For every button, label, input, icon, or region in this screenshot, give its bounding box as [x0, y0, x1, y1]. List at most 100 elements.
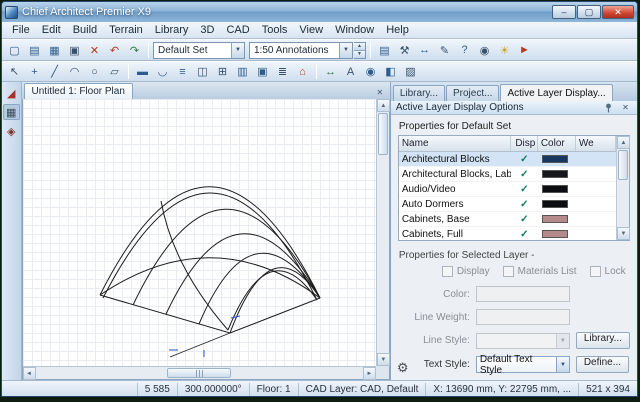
stairs-icon[interactable]: ≣	[273, 63, 292, 81]
elevation-icon[interactable]: ◧	[381, 63, 400, 81]
fixture-icon[interactable]: ▣	[253, 63, 272, 81]
draw-arc-icon[interactable]: ◠	[65, 63, 84, 81]
menu-3d[interactable]: 3D	[194, 23, 220, 38]
tab-library[interactable]: Library...	[393, 85, 445, 101]
draw-line-icon[interactable]: ╱	[45, 63, 64, 81]
close-panel-icon[interactable]: ✕	[619, 101, 632, 114]
table-row[interactable]: Architectural Blocks, Labels ✓	[399, 167, 616, 182]
menu-edit[interactable]: Edit	[36, 23, 67, 38]
scroll-down-icon[interactable]: ▼	[377, 353, 390, 366]
roof-tools-icon[interactable]: ◢	[3, 85, 20, 101]
default-set-combo[interactable]: Default Set ▼	[153, 42, 245, 59]
draw-polyline-icon[interactable]: ▱	[105, 63, 124, 81]
table-row[interactable]: Audio/Video ✓	[399, 182, 616, 197]
undo-icon[interactable]: ↶	[105, 41, 124, 59]
column-disp[interactable]: Disp	[511, 136, 538, 151]
walkthrough-icon[interactable]: ►	[515, 41, 534, 59]
tape-measure-icon[interactable]: ↔	[415, 41, 434, 59]
menu-build[interactable]: Build	[67, 23, 103, 38]
full-camera-icon[interactable]: ◉	[361, 63, 380, 81]
canvas-horizontal-scrollbar[interactable]: ◄ ►	[23, 366, 376, 379]
scroll-up-icon[interactable]: ▲	[377, 99, 390, 112]
table-row[interactable]: Architectural Blocks ✓	[399, 152, 616, 167]
close-button[interactable]: ✕	[602, 5, 634, 19]
line-style-select[interactable]: ▼	[476, 333, 570, 349]
library-button[interactable]: Library...	[576, 332, 630, 349]
checkbox-icon	[590, 266, 601, 277]
new-plan-icon[interactable]: ▢	[5, 41, 24, 59]
menu-terrain[interactable]: Terrain	[103, 23, 149, 38]
roof-plane-icon[interactable]: ⌂	[293, 63, 312, 81]
display-check-icon: ✓	[511, 184, 538, 195]
column-weight[interactable]: We	[576, 136, 616, 151]
redo-icon[interactable]: ↷	[125, 41, 144, 59]
materials-list-checkbox[interactable]: Materials List	[503, 266, 577, 277]
column-name[interactable]: Name	[399, 136, 511, 151]
layer-display-options-icon[interactable]: ▤	[375, 41, 394, 59]
scroll-down-icon[interactable]: ▼	[617, 227, 630, 240]
table-row[interactable]: Cabinets, Base ✓	[399, 212, 616, 227]
cabinet-icon[interactable]: ▥	[233, 63, 252, 81]
text-style-icon[interactable]: ✎	[435, 41, 454, 59]
window-icon[interactable]: ⊞	[213, 63, 232, 81]
door-icon[interactable]: ◫	[193, 63, 212, 81]
line-weight-input[interactable]	[476, 309, 570, 325]
floor-plan-canvas[interactable]	[23, 99, 376, 366]
spinner-down-icon[interactable]: ▼	[354, 50, 365, 58]
minimize-button[interactable]: –	[552, 5, 576, 19]
draw-circle-icon[interactable]: ○	[85, 63, 104, 81]
sun-angle-icon[interactable]: ☀	[495, 41, 514, 59]
tab-active-layer-display[interactable]: Active Layer Display...	[500, 84, 612, 101]
chevron-down-icon[interactable]: ▼	[231, 43, 244, 58]
open-plan-icon[interactable]: ▤	[25, 41, 44, 59]
tab-floor-plan[interactable]: Untitled 1: Floor Plan	[24, 83, 133, 99]
chevron-down-icon[interactable]: ▼	[339, 43, 352, 58]
spinner-up-icon[interactable]: ▲	[354, 43, 365, 50]
dimension-icon[interactable]: ↔	[321, 63, 340, 81]
menu-file[interactable]: File	[6, 23, 36, 38]
layer-color-button[interactable]	[476, 286, 570, 302]
curved-wall-icon[interactable]: ◡	[153, 63, 172, 81]
menu-window[interactable]: Window	[329, 23, 380, 38]
straight-railing-icon[interactable]: ≡	[173, 63, 192, 81]
define-button[interactable]: Define...	[576, 356, 629, 373]
pin-panel-icon[interactable]	[602, 101, 615, 114]
close-tab-icon[interactable]: ✕	[373, 86, 387, 99]
save-plan-icon[interactable]: ▦	[45, 41, 64, 59]
menu-library[interactable]: Library	[149, 23, 195, 38]
lock-checkbox[interactable]: Lock	[590, 266, 626, 277]
material-painter-icon[interactable]: ▨	[401, 63, 420, 81]
scroll-right-icon[interactable]: ►	[363, 367, 376, 380]
select-objects-icon[interactable]: ↖	[5, 63, 24, 81]
menu-tools[interactable]: Tools	[256, 23, 294, 38]
text-style-select[interactable]: Default Text Style ▼	[476, 356, 570, 373]
maximize-button[interactable]: ▢	[577, 5, 601, 19]
table-row[interactable]: Cabinets, Full ✓	[399, 227, 616, 240]
tab-project[interactable]: Project...	[446, 85, 499, 101]
place-point-icon[interactable]: +	[25, 63, 44, 81]
help-icon[interactable]: ?	[455, 41, 474, 59]
section-tools-icon[interactable]: ◈	[3, 123, 20, 139]
annotation-scale-combo[interactable]: 1:50 Annotations ▼	[249, 42, 353, 59]
text-tool-icon[interactable]: A	[341, 63, 360, 81]
display-checkbox[interactable]: Display	[442, 266, 490, 277]
camera-view-icon[interactable]: ◉	[475, 41, 494, 59]
vertical-scroll-thumb[interactable]	[378, 113, 388, 155]
straight-wall-icon[interactable]: ▬	[133, 63, 152, 81]
table-row[interactable]: Auto Dormers ✓	[399, 197, 616, 212]
scroll-left-icon[interactable]: ◄	[23, 367, 36, 380]
canvas-vertical-scrollbar[interactable]: ▲ ▼	[376, 99, 389, 366]
table-scrollbar[interactable]: ▲ ▼	[616, 136, 629, 240]
print-icon[interactable]: ▣	[65, 41, 84, 59]
panel-settings-gear-icon[interactable]: ⚙	[397, 360, 409, 376]
menu-help[interactable]: Help	[380, 23, 415, 38]
column-color[interactable]: Color	[538, 136, 576, 151]
menu-cad[interactable]: CAD	[220, 23, 255, 38]
table-scroll-thumb[interactable]	[618, 150, 628, 180]
scroll-up-icon[interactable]: ▲	[617, 136, 630, 149]
horizontal-scroll-thumb[interactable]	[167, 368, 231, 378]
adjust-wrench-icon[interactable]: ⚒	[395, 41, 414, 59]
floor-tools-icon[interactable]: ▦	[3, 104, 20, 120]
close-view-icon[interactable]: ✕	[85, 41, 104, 59]
menu-view[interactable]: View	[293, 23, 329, 38]
